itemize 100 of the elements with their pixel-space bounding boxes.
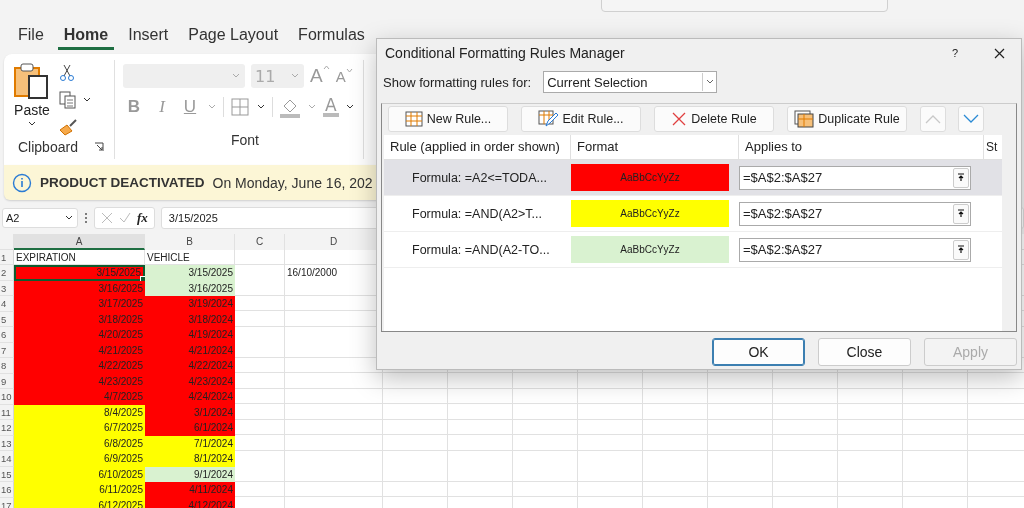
column-header: St [985, 139, 999, 156]
caret-icon [290, 72, 300, 80]
rule-row[interactable]: Formula: =AND(A2-TO... AaBbCcYyZz =$A$2:$A$27 [384, 232, 1002, 268]
table-cell: 16/10/2000 [287, 267, 338, 278]
table-icon [404, 111, 423, 127]
arrow-up-icon [957, 173, 965, 182]
insert-function-button[interactable]: fx [137, 210, 148, 226]
format-preview: AaBbCcYyZz [571, 164, 729, 191]
group-label: Font [231, 132, 259, 148]
rule-text: Formula: =AND(A2>T... [412, 206, 542, 221]
toolbar-button[interactable]: Edit Rule... [521, 106, 641, 132]
table-cell: 4/7/2025 [14, 389, 145, 405]
table-cell: 3/15/2025 [145, 265, 235, 281]
row-header[interactable]: 14 [0, 451, 14, 467]
column-header: Rule (applied in order shown) [384, 135, 571, 159]
notification-message: On Monday, June 16, 202 [212, 174, 373, 191]
dialog-button[interactable]: OK [712, 338, 805, 366]
caret-icon[interactable] [82, 96, 92, 104]
chevron-down-icon [963, 114, 979, 124]
launcher-icon[interactable] [94, 142, 104, 152]
collapse-button[interactable] [953, 239, 969, 260]
column-header[interactable]: B [145, 234, 235, 250]
table-cell: 8/1/2024 [145, 451, 235, 467]
caret-icon[interactable] [256, 103, 266, 111]
table-cell: 3/19/2024 [145, 296, 235, 312]
help-button[interactable]: ? [951, 47, 958, 59]
dialog-title: Conditional Formatting Rules Manager [385, 45, 626, 61]
table-cell: 4/19/2024 [145, 327, 235, 343]
table-cell: 4/24/2024 [145, 389, 235, 405]
row-header[interactable]: 4 [0, 296, 14, 312]
format-preview: AaBbCcYyZz [571, 236, 729, 263]
more-icon[interactable] [84, 212, 88, 224]
menu-tab[interactable]: Formulas [292, 22, 371, 50]
caret-up-icon [322, 65, 330, 70]
table-cell: 6/1/2024 [145, 420, 235, 436]
cancel-icon[interactable] [101, 212, 113, 224]
table-cell: 3/15/2025 [14, 265, 145, 281]
caret-icon [705, 79, 714, 85]
caret-icon [231, 72, 241, 80]
caret-icon[interactable] [344, 103, 355, 111]
column-header[interactable]: A [14, 234, 145, 250]
row-header[interactable]: 8 [0, 358, 14, 374]
caret-icon [345, 67, 353, 73]
format-preview: AaBbCcYyZz [571, 200, 729, 227]
toolbar-button[interactable]: Delete Rule [654, 106, 774, 132]
duplicate-table-icon [794, 110, 815, 128]
row-header[interactable]: 17 [0, 497, 14, 508]
column-header[interactable]: C [235, 234, 285, 250]
checkmark-icon[interactable] [119, 212, 131, 224]
arrow-up-icon [957, 245, 965, 254]
name-box[interactable]: A2 [2, 208, 78, 228]
rule-text: Formula: =AND(A2-TO... [412, 242, 550, 257]
toolbar-button[interactable]: New Rule... [388, 106, 508, 132]
chevron-up-icon [925, 114, 941, 124]
row-header[interactable]: 16 [0, 482, 14, 498]
delete-icon [671, 111, 688, 127]
group-label: Clipboard [18, 139, 78, 155]
row-header[interactable]: 12 [0, 420, 14, 436]
copy-icon[interactable] [58, 90, 78, 110]
table-cell: 4/12/2024 [145, 497, 235, 508]
row-header[interactable]: 6 [0, 327, 14, 343]
table-cell-text: VEHICLE [146, 250, 191, 265]
table-cell: 4/11/2024 [145, 482, 235, 498]
row-header[interactable]: 2 [0, 265, 14, 281]
scope-dropdown[interactable]: Current Selection [543, 71, 718, 93]
close-icon[interactable] [994, 47, 1005, 59]
rule-row[interactable]: Formula: =AND(A2>T... AaBbCcYyZz =$A$2:$A$27 [384, 196, 1002, 232]
table-cell: 4/22/2025 [14, 358, 145, 374]
collapse-button[interactable] [953, 167, 969, 188]
table-cell: 4/20/2025 [14, 327, 145, 343]
notification-title: PRODUCT DEACTIVATED [40, 175, 205, 190]
info-icon [12, 172, 32, 193]
paintbrush-icon[interactable] [58, 118, 78, 136]
table-cell: 6/9/2025 [14, 451, 145, 467]
caret-icon [27, 120, 37, 128]
scissors-icon[interactable] [58, 64, 76, 82]
rule-text: Formula: =A2<=TODA... [412, 170, 547, 185]
field-label: Show formatting rules for: [383, 74, 532, 90]
table-cell: 6/11/2025 [14, 482, 145, 498]
toolbar-button[interactable]: Duplicate Rule [787, 106, 907, 132]
move-down-button[interactable] [958, 106, 984, 132]
arrow-up-icon [957, 209, 965, 218]
menu-tab[interactable]: Home [57, 22, 115, 50]
paste-button[interactable]: Paste [12, 60, 52, 139]
table-cell-text: EXPIRATION [15, 250, 77, 265]
table-cell: 3/17/2025 [14, 296, 145, 312]
dialog-button[interactable]: Close [818, 338, 911, 366]
borders-icon[interactable] [230, 97, 250, 117]
row-header[interactable]: 10 [0, 389, 14, 405]
table-cell: 6/12/2025 [14, 497, 145, 508]
table-cell: 6/7/2025 [14, 420, 145, 436]
collapse-button[interactable] [953, 203, 969, 224]
menu-tab[interactable]: Page Layout [182, 22, 285, 50]
menu-tab[interactable]: Insert [122, 22, 175, 50]
rule-row[interactable]: Formula: =A2<=TODA... AaBbCcYyZz =$A$2:$A$27 [384, 160, 1002, 196]
table-cell: 4/22/2024 [145, 358, 235, 374]
column-header: Format [571, 135, 739, 159]
table-pencil-icon [538, 110, 559, 128]
menu-tab[interactable]: File [12, 22, 50, 50]
caret-icon [64, 214, 74, 222]
